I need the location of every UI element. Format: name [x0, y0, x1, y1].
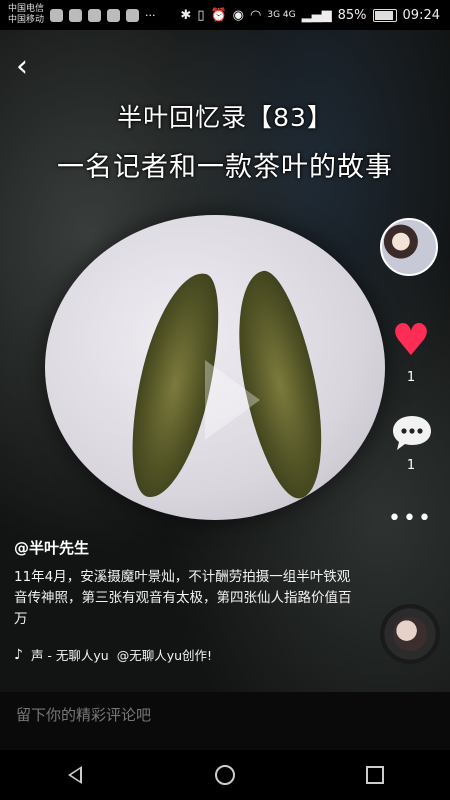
comment-input[interactable]	[14, 704, 438, 726]
nav-home-button[interactable]	[205, 755, 245, 795]
home-circle-icon	[215, 765, 235, 785]
tiktok-icon	[88, 8, 102, 22]
eye-icon: ◉	[232, 7, 245, 23]
video-title-line1: 半叶回忆录【83】	[117, 103, 333, 132]
notification-icons: ···	[50, 8, 156, 22]
more-options-button[interactable]: •••	[388, 506, 433, 531]
video-description: 11年4月，安溪摄魔叶景灿，不计酬劳拍摄一组半叶铁观音传神照，第三张有观音有太极…	[14, 569, 352, 627]
music-title: 声 - 无聊人yu	[30, 648, 109, 663]
nav-recent-button[interactable]	[355, 755, 395, 795]
vibrate-icon: ▯	[197, 7, 205, 23]
app-icon	[69, 8, 83, 22]
author-name[interactable]: @半叶先生	[14, 537, 89, 558]
more-notifications-icon: ···	[145, 8, 156, 22]
status-bar: 中国电信 中国移动 ··· ✱ ▯ ⏰ ◉ ◠ 3G 4G ▂▄▆ 85% 09…	[0, 0, 450, 30]
back-button[interactable]: ‹	[16, 52, 28, 82]
music-disc[interactable]	[380, 604, 440, 664]
author-avatar[interactable]	[380, 218, 438, 276]
nav-back-button[interactable]	[55, 755, 95, 795]
carrier-names: 中国电信 中国移动	[8, 4, 44, 26]
carrier-1: 中国电信	[8, 4, 45, 14]
play-icon[interactable]	[205, 360, 260, 440]
wifi-icon: ◠	[250, 7, 262, 23]
system-nav-bar	[0, 750, 450, 800]
battery-percent: 85%	[337, 7, 367, 23]
chevron-left-icon: ‹	[16, 49, 28, 84]
signal-icon: ▂▄▆	[301, 7, 332, 23]
bluetooth-icon: ✱	[180, 7, 192, 23]
comment-count: 1	[406, 458, 416, 473]
comment-bar	[0, 692, 450, 736]
recent-square-icon	[366, 766, 384, 784]
telegram-icon	[50, 8, 64, 22]
notification-icon	[126, 8, 140, 22]
clock: 09:24	[402, 7, 440, 23]
battery-icon	[372, 8, 397, 22]
music-credit: @无聊人yu创作!	[116, 648, 213, 663]
music-info[interactable]: ♪ 声 - 无聊人yu @无聊人yu创作!	[14, 645, 212, 664]
alarm-icon: ⏰	[210, 7, 227, 23]
carrier-2: 中国移动	[8, 15, 45, 25]
music-disc-cover	[393, 617, 427, 651]
like-button[interactable]: ♥	[388, 318, 434, 364]
network-type: 3G 4G	[267, 10, 296, 20]
music-icon	[107, 8, 121, 22]
back-triangle-icon	[68, 766, 82, 784]
music-note-icon: ♪	[14, 646, 23, 663]
comment-button[interactable]	[390, 413, 434, 453]
video-title-line2: 一名记者和一款茶叶的故事	[57, 152, 393, 183]
comment-icon	[393, 416, 431, 450]
like-count: 1	[406, 370, 416, 385]
heart-icon: ♥	[391, 315, 431, 366]
